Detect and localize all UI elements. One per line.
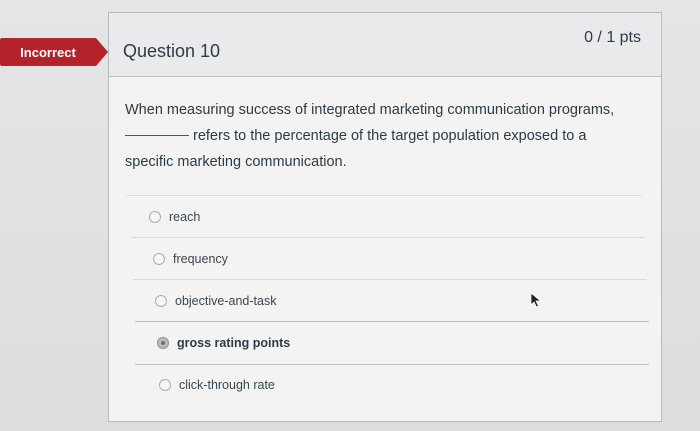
answer-option-click-through-rate[interactable]: click-through rate [137,364,651,406]
question-text: When measuring success of integrated mar… [125,97,635,175]
answer-option-frequency[interactable]: frequency [131,237,645,280]
answer-option-reach[interactable]: reach [127,195,641,238]
question-header: Question 10 0 / 1 pts [109,13,661,77]
radio-icon[interactable] [153,253,165,265]
answer-label: gross rating points [177,336,291,350]
answer-label: click-through rate [179,378,275,392]
radio-icon[interactable] [155,295,167,307]
answer-option-gross-rating-points[interactable]: gross rating points [135,321,649,365]
answer-label: reach [169,210,201,224]
answer-label: objective-and-task [175,294,277,308]
radio-icon[interactable] [149,211,161,223]
answer-label: frequency [173,252,228,266]
question-points: 0 / 1 pts [584,29,641,46]
mouse-pointer-icon [530,292,542,308]
badge-arrow-shape [96,38,108,66]
radio-icon[interactable] [159,379,171,391]
question-text-after-blank: refers to the percentage of the target p… [125,128,587,170]
question-card: Question 10 0 / 1 pts When measuring suc… [108,12,662,422]
radio-checked-icon[interactable] [157,337,169,349]
fill-in-blank [125,135,189,136]
answer-option-objective-and-task[interactable]: objective-and-task [133,279,647,322]
question-title: Question 10 [123,41,221,61]
incorrect-badge-label: Incorrect [0,38,96,66]
incorrect-badge: Incorrect [0,38,112,66]
question-text-before-blank: When measuring success of integrated mar… [125,102,615,118]
